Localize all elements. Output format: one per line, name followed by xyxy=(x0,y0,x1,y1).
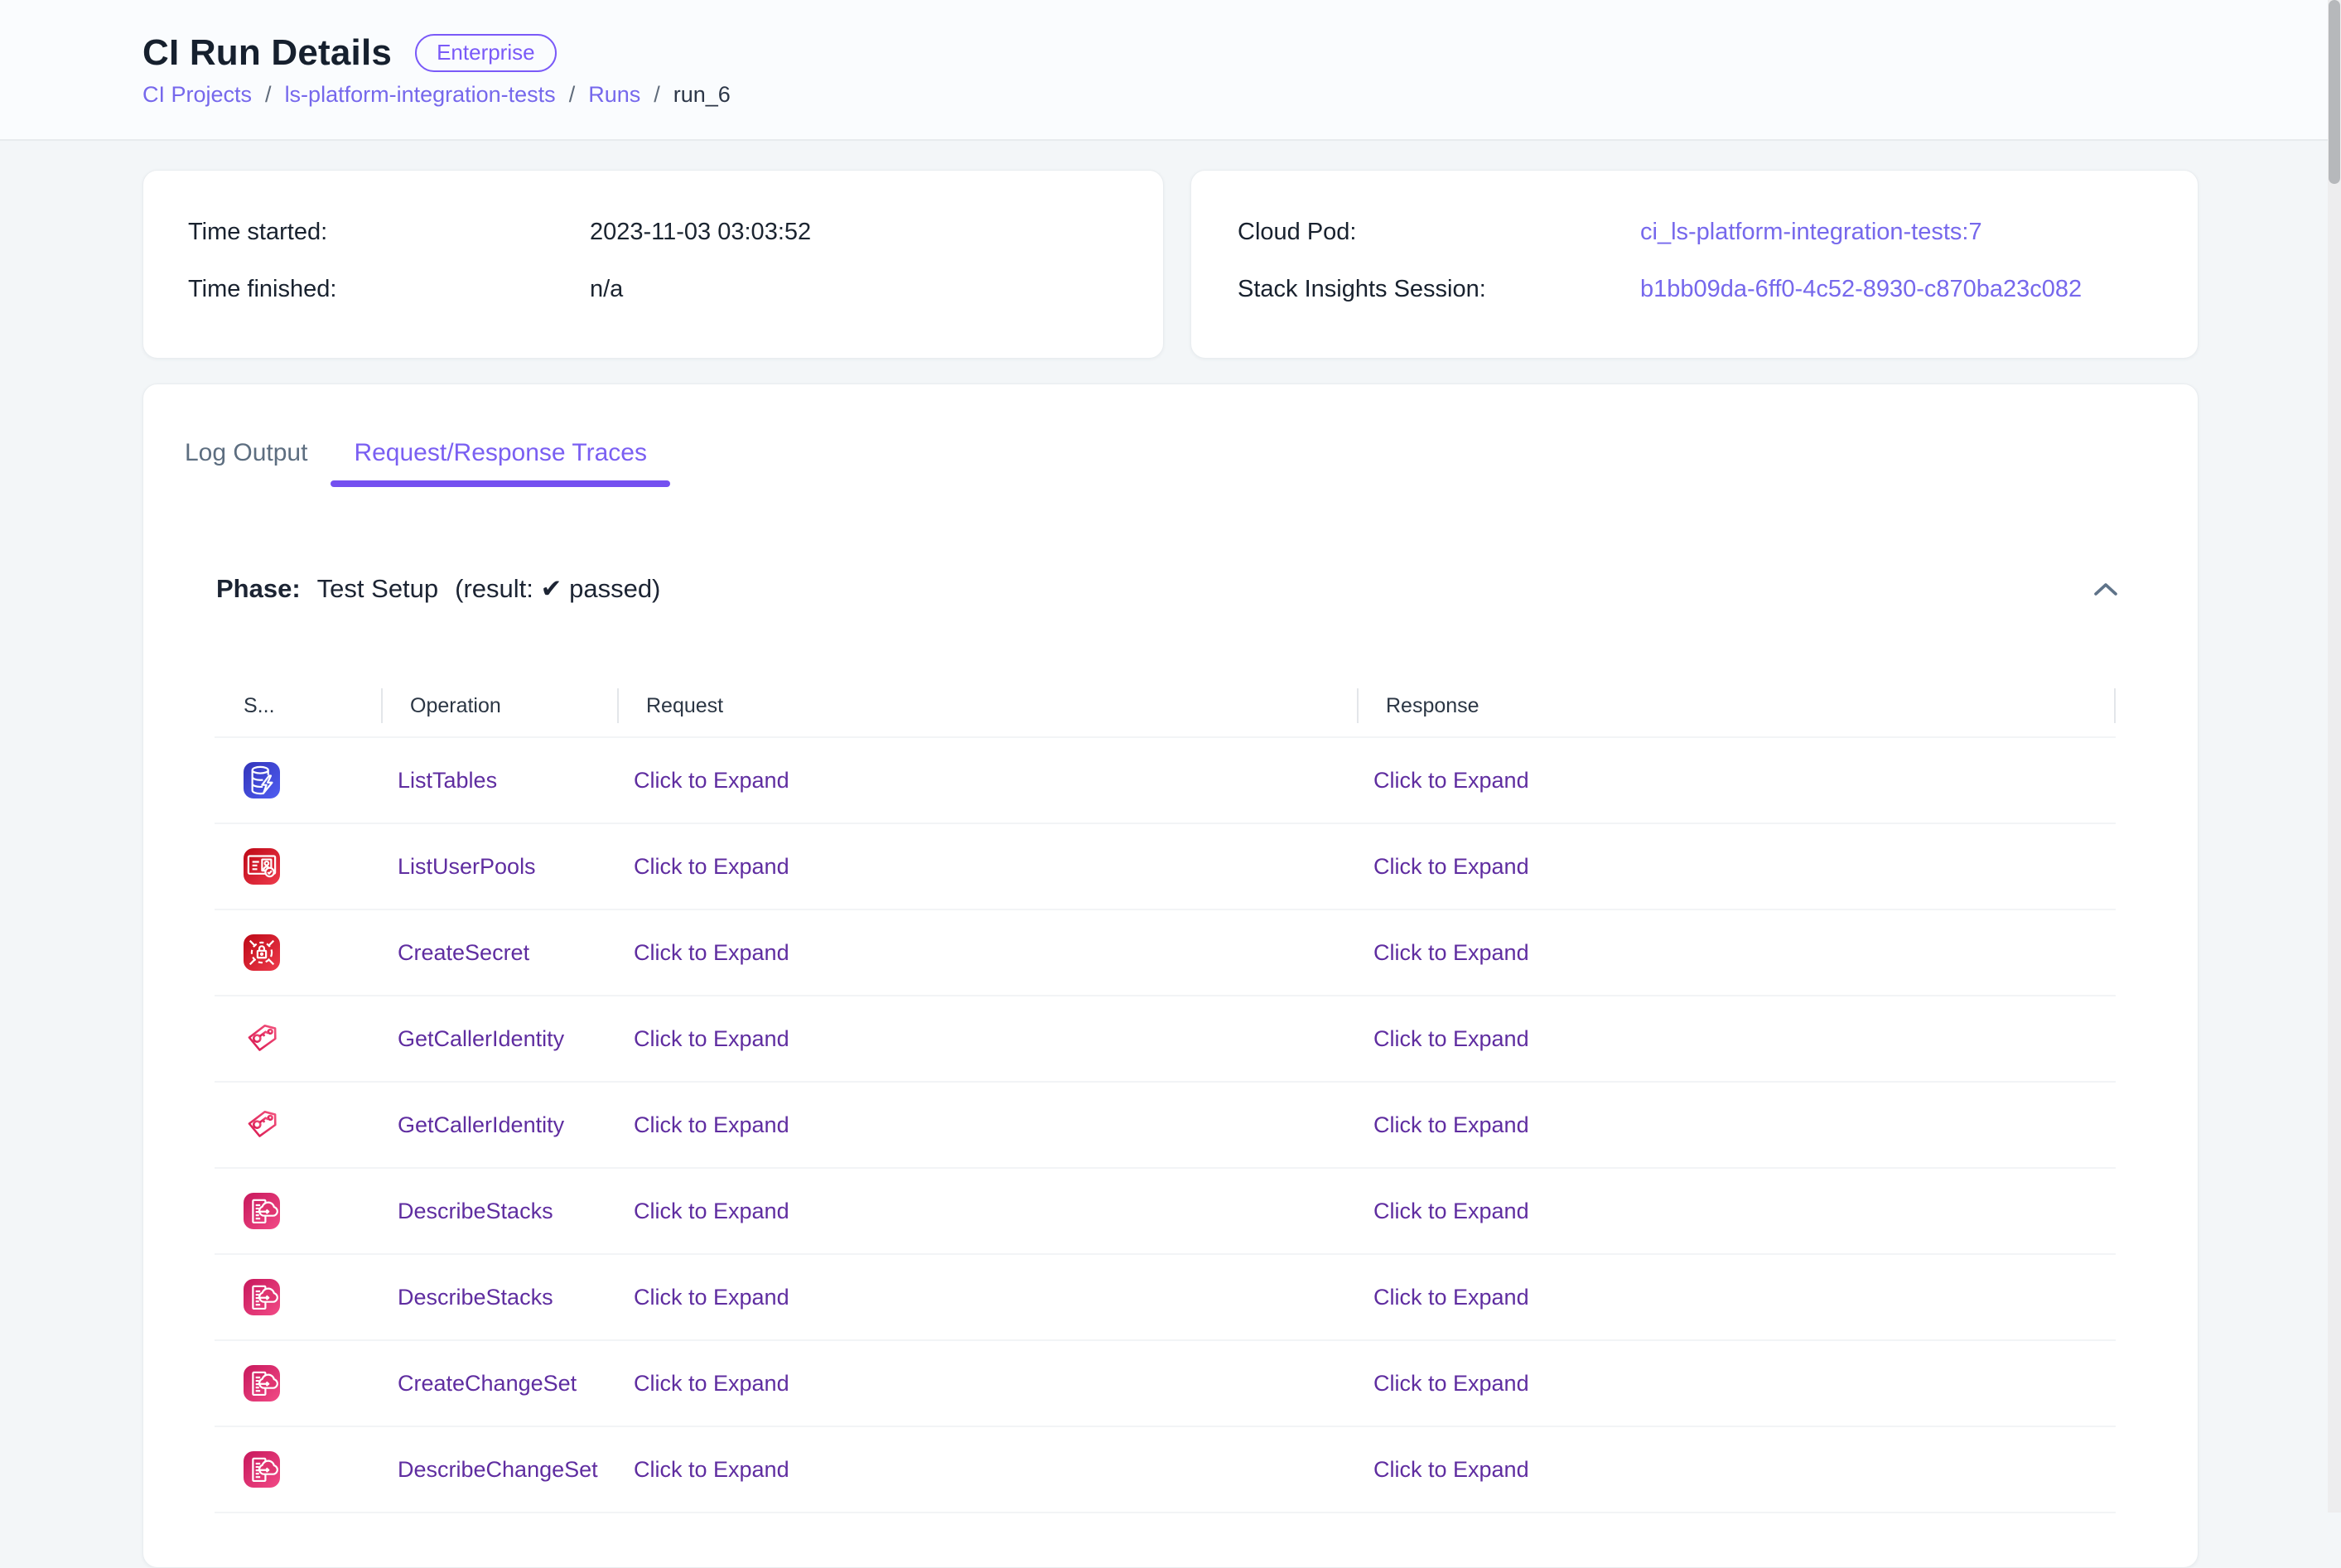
request-expand-link[interactable]: Click to Expand xyxy=(634,940,789,965)
breadcrumb-project[interactable]: ls-platform-integration-tests xyxy=(285,80,556,109)
operation-link[interactable]: CreateSecret xyxy=(398,940,529,965)
table-row: GetCallerIdentity Click to Expand Click … xyxy=(215,1083,2116,1169)
collapse-phase-chevron-icon[interactable] xyxy=(2093,581,2118,596)
phase-title: Phase: Test Setup (result: ✔ passed) xyxy=(216,571,660,607)
stack-insights-session-row: Stack Insights Session: b1bb09da-6ff0-4c… xyxy=(1238,273,2198,306)
time-finished-row: Time finished: n/a xyxy=(188,273,1163,306)
phase-label: Phase: xyxy=(216,571,301,607)
request-expand-link[interactable]: Click to Expand xyxy=(634,1199,789,1223)
active-tab-indicator xyxy=(331,480,670,487)
column-header-service: S... xyxy=(215,688,383,723)
column-header-operation: Operation xyxy=(383,688,619,723)
table-row: DescribeStacks Click to Expand Click to … xyxy=(215,1169,2116,1255)
tab-request-response-traces-label: Request/Response Traces xyxy=(354,439,647,467)
table-header-row: S... Operation Request Response xyxy=(215,675,2116,738)
tab-request-response-traces[interactable]: Request/Response Traces xyxy=(331,419,670,487)
response-expand-link[interactable]: Click to Expand xyxy=(1373,1371,1529,1396)
cloudformation-icon xyxy=(244,1279,280,1315)
response-expand-link[interactable]: Click to Expand xyxy=(1373,854,1529,879)
operation-link[interactable]: DescribeStacks xyxy=(398,1285,553,1310)
request-expand-link[interactable]: Click to Expand xyxy=(634,1112,789,1137)
phase-name: Test Setup xyxy=(317,571,438,607)
table-row: ListTables Click to Expand Click to Expa… xyxy=(215,738,2116,824)
breadcrumb-separator: / xyxy=(265,80,272,109)
operation-link[interactable]: CreateChangeSet xyxy=(398,1371,577,1396)
response-expand-link[interactable]: Click to Expand xyxy=(1373,1285,1529,1310)
tab-log-output-label: Log Output xyxy=(185,439,307,467)
table-row: GetCallerIdentity Click to Expand Click … xyxy=(215,996,2116,1083)
run-links-card: Cloud Pod: ci_ls-platform-integration-te… xyxy=(1190,170,2199,359)
sts-key-tag-icon xyxy=(244,1107,280,1143)
cloudformation-icon xyxy=(244,1193,280,1229)
breadcrumb-runs[interactable]: Runs xyxy=(588,80,640,109)
phase-header: Phase: Test Setup (result: ✔ passed) xyxy=(143,571,2198,607)
time-started-label: Time started: xyxy=(188,215,590,248)
run-times-card: Time started: 2023-11-03 03:03:52 Time f… xyxy=(142,170,1164,359)
time-finished-value: n/a xyxy=(590,273,623,306)
response-expand-link[interactable]: Click to Expand xyxy=(1373,940,1529,965)
secrets-manager-icon xyxy=(244,934,280,971)
cloudformation-icon xyxy=(244,1365,280,1402)
sts-key-tag-icon xyxy=(244,1020,280,1057)
column-header-response: Response xyxy=(1359,688,2116,723)
operation-link[interactable]: GetCallerIdentity xyxy=(398,1026,564,1051)
cloud-pod-link[interactable]: ci_ls-platform-integration-tests:7 xyxy=(1640,215,1982,248)
request-expand-link[interactable]: Click to Expand xyxy=(634,1457,789,1482)
table-row: DescribeChangeSet Click to Expand Click … xyxy=(215,1427,2116,1513)
page-scrollbar[interactable] xyxy=(2328,0,2341,1513)
operation-link[interactable]: ListUserPools xyxy=(398,854,536,879)
request-expand-link[interactable]: Click to Expand xyxy=(634,768,789,793)
table-row: CreateSecret Click to Expand Click to Ex… xyxy=(215,910,2116,996)
table-row: DescribeStacks Click to Expand Click to … xyxy=(215,1255,2116,1341)
request-expand-link[interactable]: Click to Expand xyxy=(634,854,789,879)
response-expand-link[interactable]: Click to Expand xyxy=(1373,1457,1529,1482)
table-body: ListTables Click to Expand Click to Expa… xyxy=(215,738,2116,1513)
breadcrumb-separator: / xyxy=(654,80,660,109)
request-expand-link[interactable]: Click to Expand xyxy=(634,1026,789,1051)
response-expand-link[interactable]: Click to Expand xyxy=(1373,768,1529,793)
stack-insights-session-label: Stack Insights Session: xyxy=(1238,273,1640,306)
operation-link[interactable]: ListTables xyxy=(398,768,497,793)
response-expand-link[interactable]: Click to Expand xyxy=(1373,1026,1529,1051)
table-row: ListUserPools Click to Expand Click to E… xyxy=(215,824,2116,910)
time-started-row: Time started: 2023-11-03 03:03:52 xyxy=(188,215,1163,248)
traces-card: Log Output Request/Response Traces Phase… xyxy=(142,384,2199,1568)
request-expand-link[interactable]: Click to Expand xyxy=(634,1371,789,1396)
dynamodb-icon xyxy=(244,762,280,798)
time-finished-label: Time finished: xyxy=(188,273,590,306)
page-title: CI Run Details xyxy=(142,32,392,74)
breadcrumb-current-run: run_6 xyxy=(673,80,731,109)
operation-link[interactable]: DescribeChangeSet xyxy=(398,1457,598,1482)
operation-link[interactable]: GetCallerIdentity xyxy=(398,1112,564,1137)
breadcrumb: CI Projects / ls-platform-integration-te… xyxy=(142,80,2199,109)
cognito-icon xyxy=(244,848,280,885)
column-header-request: Request xyxy=(619,688,1359,723)
response-expand-link[interactable]: Click to Expand xyxy=(1373,1112,1529,1137)
enterprise-badge: Enterprise xyxy=(415,34,557,72)
breadcrumb-separator: / xyxy=(569,80,576,109)
table-row: CreateChangeSet Click to Expand Click to… xyxy=(215,1341,2116,1427)
cloud-pod-row: Cloud Pod: ci_ls-platform-integration-te… xyxy=(1238,215,2198,248)
cloudformation-icon xyxy=(244,1451,280,1488)
response-expand-link[interactable]: Click to Expand xyxy=(1373,1199,1529,1223)
time-started-value: 2023-11-03 03:03:52 xyxy=(590,215,811,248)
tab-bar: Log Output Request/Response Traces xyxy=(143,384,2198,487)
request-expand-link[interactable]: Click to Expand xyxy=(634,1285,789,1310)
breadcrumb-ci-projects[interactable]: CI Projects xyxy=(142,80,252,109)
operation-link[interactable]: DescribeStacks xyxy=(398,1199,553,1223)
scrollbar-thumb[interactable] xyxy=(2329,0,2340,184)
cloud-pod-label: Cloud Pod: xyxy=(1238,215,1640,248)
stack-insights-session-link[interactable]: b1bb09da-6ff0-4c52-8930-c870ba23c082 xyxy=(1640,273,2082,306)
traces-table: S... Operation Request Response ListTabl… xyxy=(215,675,2116,1513)
page-header: CI Run Details Enterprise CI Projects / … xyxy=(0,0,2341,141)
tab-log-output[interactable]: Log Output xyxy=(162,419,331,487)
phase-result: (result: ✔ passed) xyxy=(455,571,660,607)
